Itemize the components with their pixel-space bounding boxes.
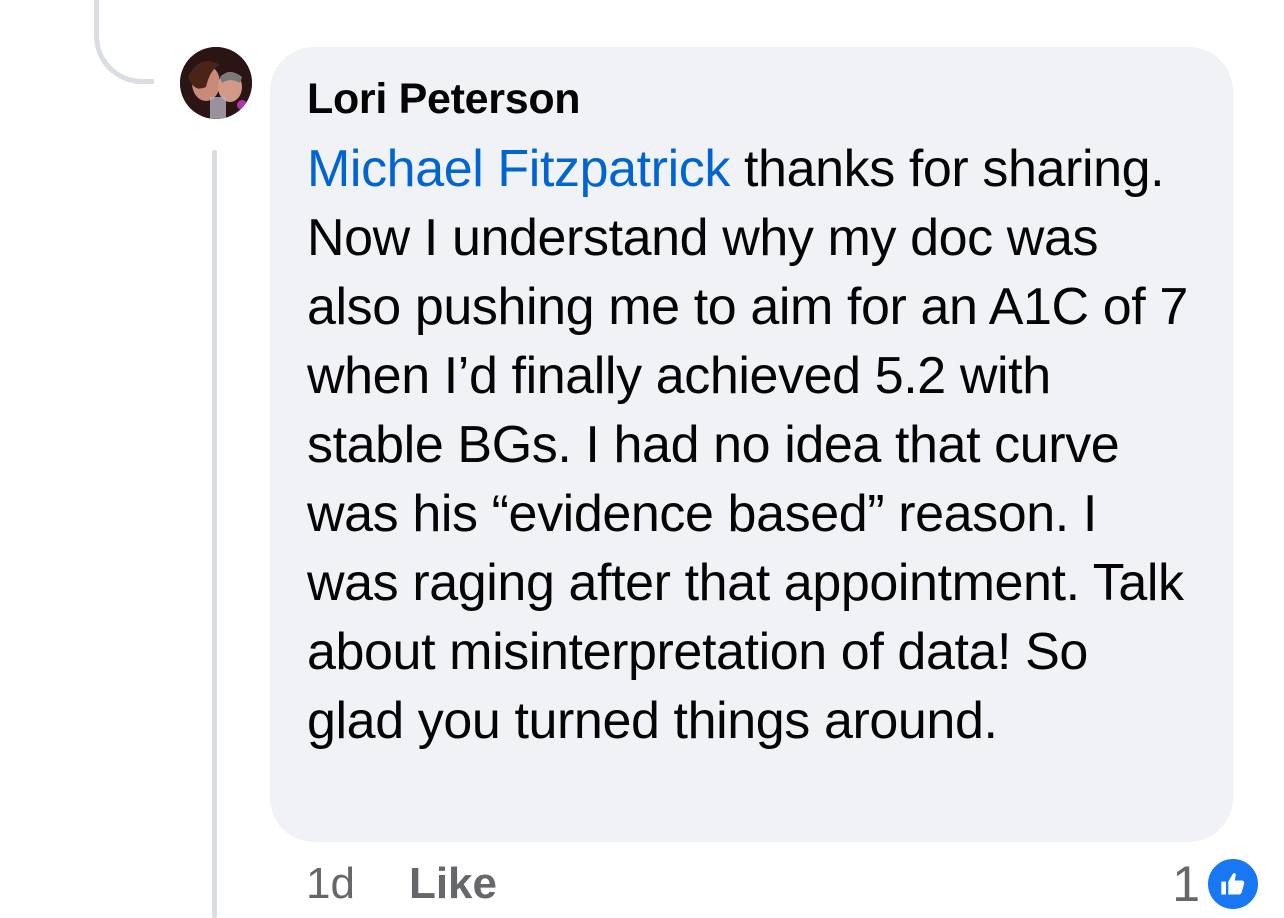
mention-link[interactable]: Michael Fitzpatrick [307,140,730,198]
reaction-summary[interactable]: 1 [1172,852,1260,916]
comment-actions: 1d Like [306,852,497,916]
comment-bubble: Lori Peterson Michael Fitzpatrick thanks… [270,47,1233,842]
comment-text: thanks for sharing. Now I understand why… [307,140,1188,750]
comment-timestamp[interactable]: 1d [306,859,355,909]
comment-thread: Lori Peterson Michael Fitzpatrick thanks… [0,0,1284,918]
avatar[interactable] [180,47,252,119]
thread-connector [94,0,154,84]
profile-photo-icon [180,47,252,119]
comment-author[interactable]: Lori Peterson [307,71,1197,127]
comment-body: Michael Fitzpatrick thanks for sharing. … [307,135,1197,756]
thread-line [212,150,217,918]
reaction-count: 1 [1172,856,1200,912]
like-thumbs-up-icon [1206,857,1260,911]
like-button[interactable]: Like [409,859,497,909]
